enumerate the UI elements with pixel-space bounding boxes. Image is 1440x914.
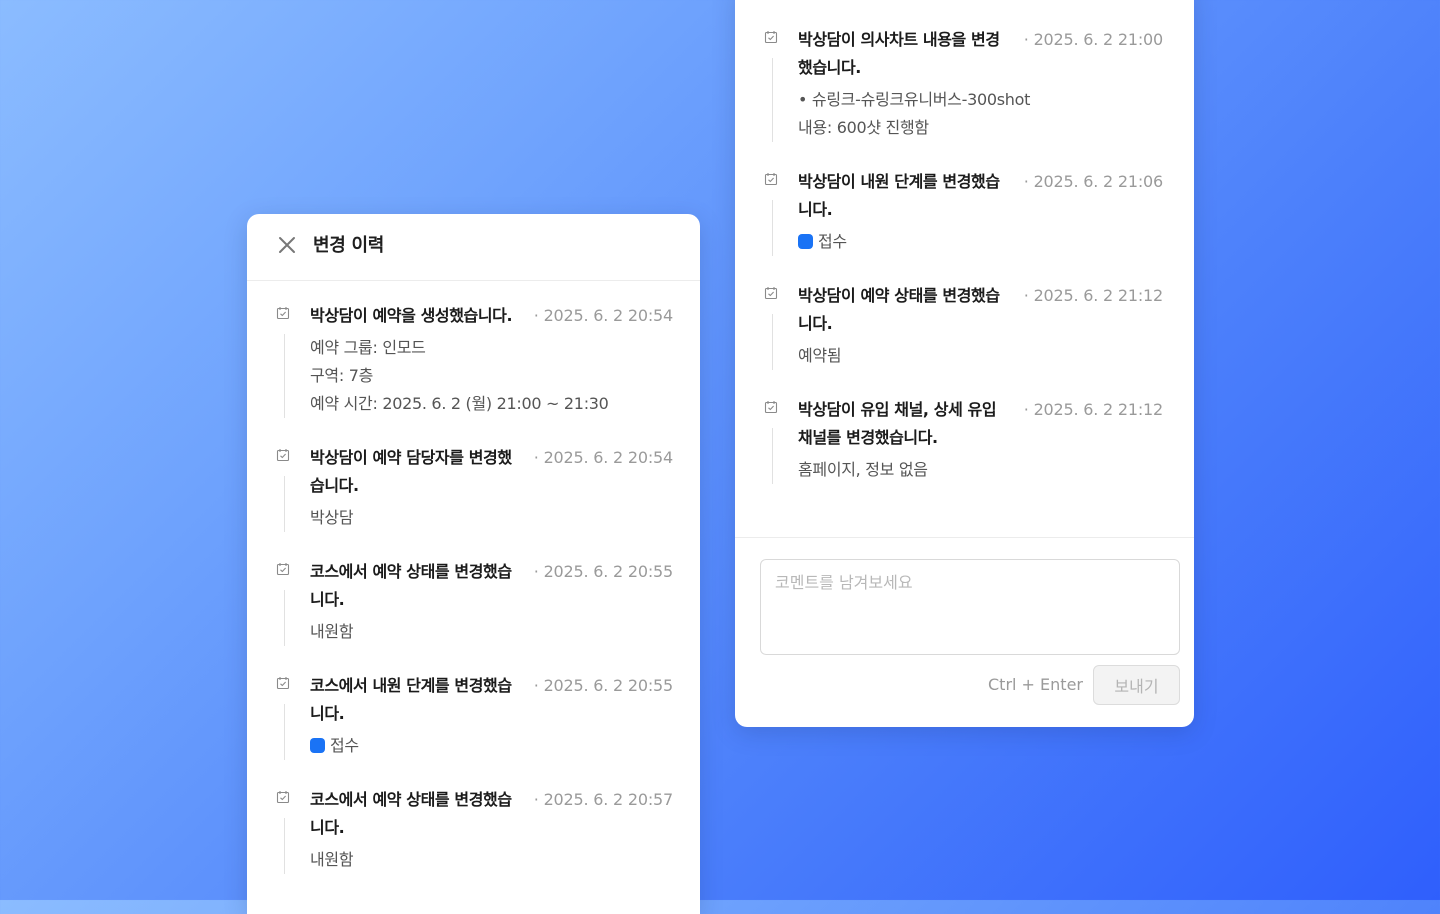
detail-line: • 슈링크-슈링크유니버스-300shot <box>798 90 1031 109</box>
calendar-check-icon <box>764 287 778 300</box>
entry-details: 접수 <box>310 732 673 760</box>
entry-title-line: 니다. <box>310 818 345 837</box>
entry-details: 홈페이지, 정보 없음 <box>798 456 1163 484</box>
send-button[interactable]: 보내기 <box>1093 665 1180 705</box>
calendar-check-icon <box>276 449 290 462</box>
detail-line: 박상담 <box>310 508 354 527</box>
entry-details: 내원함 <box>310 846 673 874</box>
entry-title: 박상담이 내원 단계를 변경했습 니다. <box>798 168 1000 224</box>
entry-title-line: 박상담이 예약 상태를 변경했습 <box>798 286 1000 305</box>
entry-title: 박상담이 예약을 생성했습니다. <box>310 302 513 330</box>
entry-details: 박상담 <box>310 504 673 532</box>
entry-title-line: 니다. <box>310 590 345 609</box>
entry-title: 코스에서 내원 단계를 변경했습 니다. <box>310 672 512 728</box>
panel-title: 변경 이력 <box>313 235 385 256</box>
entry-title: 박상담이 의사차트 내용을 변경 했습니다. <box>798 26 1000 82</box>
history-entry: 박상담이 의사차트 내용을 변경 했습니다. · 2025. 6. 2 21:0… <box>763 26 1163 146</box>
entry-title-line: 채널를 변경했습니다. <box>798 428 938 447</box>
history-entry: 코스에서 예약 상태를 변경했습 니다. · 2025. 6. 2 20:57 … <box>275 786 673 876</box>
entry-timestamp: · 2025. 6. 2 20:55 <box>533 676 673 695</box>
detail-line: 구역: 7층 <box>310 366 374 385</box>
history-entry: 코스에서 내원 단계를 변경했습 니다. · 2025. 6. 2 20:55 … <box>275 672 673 762</box>
timeline-line <box>284 476 285 532</box>
history-entry: 박상담이 예약 담당자를 변경했 습니다. · 2025. 6. 2 20:54… <box>275 444 673 534</box>
detail-line: 예약 시간: 2025. 6. 2 (월) 21:00 ~ 21:30 <box>310 394 609 413</box>
detail-line: 내원함 <box>310 622 354 641</box>
entry-title: 박상담이 유입 채널, 상세 유입 채널를 변경했습니다. <box>798 396 997 452</box>
status-text: 접수 <box>818 232 847 251</box>
entry-details: 예약됨 <box>798 342 1163 370</box>
entry-details: 예약 그룹: 인모드 구역: 7층 예약 시간: 2025. 6. 2 (월) … <box>310 334 673 418</box>
entry-timestamp: · 2025. 6. 2 21:12 <box>1023 286 1163 305</box>
entry-timestamp: · 2025. 6. 2 20:55 <box>533 562 673 581</box>
entry-title-line: 코스에서 예약 상태를 변경했습 <box>310 790 512 809</box>
timeline-line <box>284 334 285 418</box>
entry-title-line: 코스에서 예약 상태를 변경했습 <box>310 562 512 581</box>
timeline-line <box>284 818 285 874</box>
entry-timestamp: · 2025. 6. 2 21:00 <box>1023 30 1163 49</box>
comment-input[interactable] <box>760 559 1180 655</box>
calendar-check-icon <box>764 401 778 414</box>
status-label: 접수 <box>310 732 673 760</box>
calendar-check-icon <box>276 677 290 690</box>
entry-details: • 슈링크-슈링크유니버스-300shot 내용: 600샷 진행함 <box>798 86 1163 142</box>
entry-title: 박상담이 예약 상태를 변경했습 니다. <box>798 282 1000 338</box>
entry-details: 내원함 <box>310 618 673 646</box>
entry-timestamp: · 2025. 6. 2 20:54 <box>533 448 673 467</box>
entry-title: 코스에서 예약 상태를 변경했습 니다. <box>310 558 512 614</box>
entry-title-line: 니다. <box>798 314 833 333</box>
calendar-check-icon <box>276 791 290 804</box>
status-text: 접수 <box>330 736 359 755</box>
history-entry: 박상담이 유입 채널, 상세 유입 채널를 변경했습니다. · 2025. 6.… <box>763 396 1163 486</box>
history-entry: 박상담이 예약 상태를 변경했습 니다. · 2025. 6. 2 21:12 … <box>763 282 1163 372</box>
entry-title-line: 박상담이 내원 단계를 변경했습 <box>798 172 1000 191</box>
entry-title-line: 니다. <box>310 704 345 723</box>
entry-title-line: 박상담이 유입 채널, 상세 유입 <box>798 400 997 419</box>
history-entry: 박상담이 내원 단계를 변경했습 니다. · 2025. 6. 2 21:06 … <box>763 168 1163 258</box>
entry-title-line: 습니다. <box>310 476 359 495</box>
timeline-line <box>772 200 773 256</box>
history-entry: 박상담이 예약을 생성했습니다. · 2025. 6. 2 20:54 예약 그… <box>275 302 673 422</box>
entry-details: 접수 <box>798 228 1163 256</box>
change-history-panel-continued: 박상담이 의사차트 내용을 변경 했습니다. · 2025. 6. 2 21:0… <box>735 0 1194 727</box>
entry-title-line: 박상담이 의사차트 내용을 변경 <box>798 30 1000 49</box>
timeline-line <box>772 58 773 142</box>
entry-title-line: 코스에서 내원 단계를 변경했습 <box>310 676 512 695</box>
timeline-line <box>772 428 773 484</box>
detail-line: 예약 그룹: 인모드 <box>310 338 426 357</box>
close-icon[interactable] <box>275 233 299 257</box>
detail-line: 예약됨 <box>798 346 842 365</box>
entry-title-line: 박상담이 예약 담당자를 변경했 <box>310 448 512 467</box>
entry-title: 박상담이 예약 담당자를 변경했 습니다. <box>310 444 512 500</box>
calendar-check-icon <box>764 31 778 44</box>
status-label: 접수 <box>798 228 1163 256</box>
entry-title-line: 박상담이 예약을 생성했습니다. <box>310 306 513 325</box>
entry-timestamp: · 2025. 6. 2 21:12 <box>1023 400 1163 419</box>
change-history-panel: 변경 이력 박상담이 예약을 생성했습니다. · 2025. 6. 2 20:5… <box>247 214 700 914</box>
panel-header: 변경 이력 <box>247 214 700 281</box>
calendar-check-icon <box>276 563 290 576</box>
history-entry: 코스에서 예약 상태를 변경했습 니다. · 2025. 6. 2 20:55 … <box>275 558 673 648</box>
entry-title: 코스에서 예약 상태를 변경했습 니다. <box>310 786 512 842</box>
calendar-check-icon <box>276 307 290 320</box>
shortcut-hint: Ctrl + Enter <box>988 675 1083 694</box>
status-dot <box>798 234 813 249</box>
timeline-line <box>772 314 773 370</box>
status-dot <box>310 738 325 753</box>
footer-divider <box>735 537 1194 538</box>
entry-timestamp: · 2025. 6. 2 20:54 <box>533 306 673 325</box>
calendar-check-icon <box>764 173 778 186</box>
detail-line: 내원함 <box>310 850 354 869</box>
entry-timestamp: · 2025. 6. 2 20:57 <box>533 790 673 809</box>
entry-title-line: 니다. <box>798 200 833 219</box>
timeline-line <box>284 590 285 646</box>
timeline-line <box>284 704 285 760</box>
detail-line: 홈페이지, 정보 없음 <box>798 460 928 479</box>
detail-line: 내용: 600샷 진행함 <box>798 118 929 137</box>
entry-timestamp: · 2025. 6. 2 21:06 <box>1023 172 1163 191</box>
entry-title-line: 했습니다. <box>798 58 861 77</box>
